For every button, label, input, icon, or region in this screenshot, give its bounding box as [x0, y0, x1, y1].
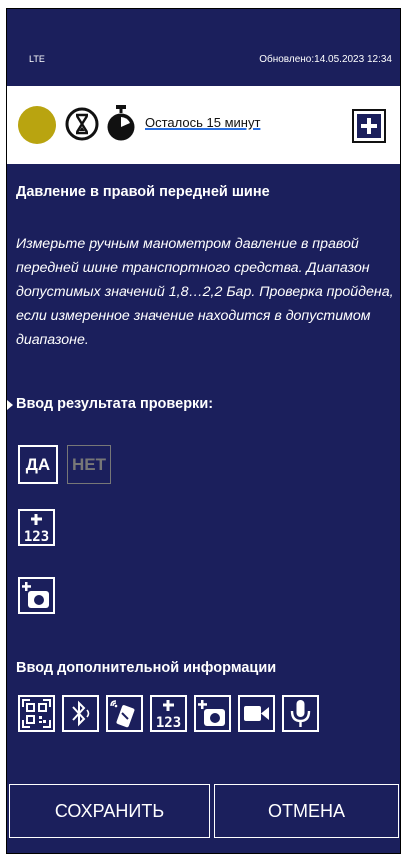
bluetooth-button[interactable]: [62, 695, 99, 732]
result-input-heading: Ввод результата проверки:: [16, 396, 214, 412]
save-button[interactable]: СОХРАНИТЬ: [9, 784, 210, 838]
add-photo-icon: [198, 700, 225, 726]
svg-text:123: 123: [156, 715, 181, 730]
time-remaining-link[interactable]: Осталось 15 минут: [145, 115, 260, 130]
app-screen: LTE Обновлено:14.05.2023 12:34 Осталось …: [6, 8, 401, 854]
section-marker-icon: [7, 400, 13, 410]
nfc-button[interactable]: [106, 695, 143, 732]
network-indicator: LTE: [29, 54, 45, 64]
check-title: Давление в правой передней шине: [16, 184, 270, 200]
bluetooth-icon: [72, 700, 90, 727]
add-note-icon: [357, 114, 381, 138]
video-button[interactable]: [238, 695, 275, 732]
nfc-icon: [110, 700, 135, 728]
qr-code-icon: [22, 699, 51, 728]
status-bar: LTE Обновлено:14.05.2023 12:34: [7, 9, 400, 85]
add-number-button[interactable]: 123: [18, 509, 55, 546]
yes-button[interactable]: ДА: [18, 445, 58, 484]
no-button[interactable]: НЕТ: [67, 445, 111, 484]
add-note-button[interactable]: [352, 109, 386, 143]
add-number-extra-button[interactable]: 123: [150, 695, 187, 732]
last-updated: Обновлено:14.05.2023 12:34: [259, 54, 392, 65]
video-icon: [244, 706, 269, 721]
svg-text:123: 123: [24, 529, 49, 544]
status-dot: [18, 106, 56, 144]
check-description: Измерьте ручным манометром давление в пр…: [16, 236, 394, 348]
top-bar: Осталось 15 минут: [7, 86, 400, 164]
add-number-icon: 123: [156, 700, 181, 730]
add-photo-extra-button[interactable]: [194, 695, 231, 732]
microphone-icon: [290, 700, 311, 727]
add-photo-icon: [22, 582, 49, 608]
add-photo-button[interactable]: [18, 577, 55, 614]
add-number-icon: 123: [24, 514, 49, 544]
microphone-button[interactable]: [282, 695, 319, 732]
cancel-button[interactable]: ОТМЕНА: [214, 784, 399, 838]
hourglass-icon: [65, 107, 99, 141]
stopwatch-icon[interactable]: [106, 104, 136, 142]
qr-code-button[interactable]: [18, 695, 55, 732]
additional-info-heading: Ввод дополнительной информации: [16, 660, 277, 676]
